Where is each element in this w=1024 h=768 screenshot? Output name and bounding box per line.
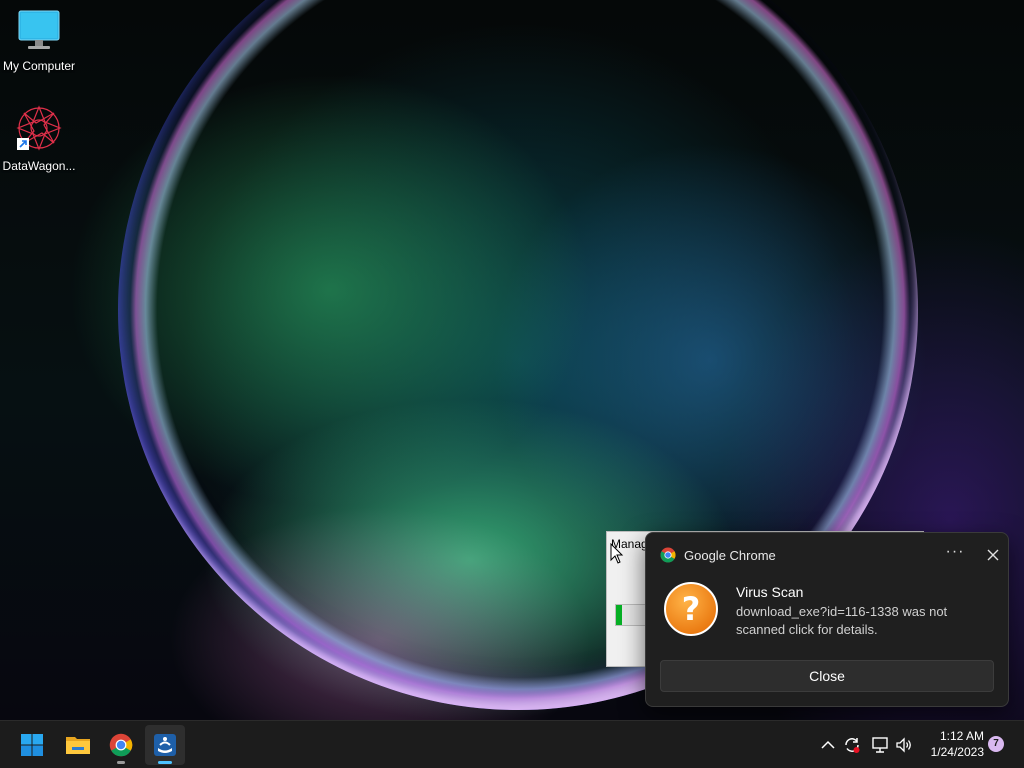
desktop-icon-datawagon[interactable]: DataWagon...: [0, 104, 78, 173]
desktop-screen: My Computer DataWagon... Manag Google Ch…: [0, 0, 1024, 768]
taskbar: 1:12 AM 1/24/2023 7: [0, 720, 1024, 768]
clock-date: 1/24/2023: [930, 745, 984, 759]
close-button[interactable]: Close: [660, 660, 994, 692]
toast-body[interactable]: download_exe?id=116-1338 was not scanned…: [736, 603, 996, 639]
monitor-icon: [18, 10, 60, 49]
chrome-icon: [660, 547, 676, 563]
chevron-up-icon[interactable]: [818, 735, 838, 755]
dismiss-button[interactable]: [982, 545, 1004, 565]
volume-icon[interactable]: [894, 735, 914, 755]
taskbar-chrome[interactable]: [101, 725, 141, 765]
app-icon: [154, 734, 176, 756]
sync-icon[interactable]: [842, 735, 862, 755]
toast-header: Google Chrome ···: [660, 544, 999, 565]
datawagon-app-icon: [16, 105, 62, 151]
windows-start-icon: [21, 734, 43, 756]
clock-time: 1:12 AM: [939, 729, 984, 743]
desktop-icon-label: DataWagon...: [2, 159, 76, 173]
running-indicator: [158, 761, 172, 764]
chrome-notification-toast[interactable]: Google Chrome ··· ? Virus Scan download_…: [645, 532, 1009, 707]
taskbar-clock[interactable]: 1:12 AM 1/24/2023: [918, 728, 984, 760]
notification-count-badge[interactable]: 7: [988, 736, 1004, 752]
more-options-button[interactable]: ···: [942, 544, 968, 565]
progress-fill: [616, 605, 622, 625]
question-mark-icon: ?: [664, 582, 718, 636]
running-indicator: [117, 761, 125, 764]
network-icon[interactable]: [870, 735, 890, 755]
close-icon: [987, 549, 999, 561]
taskbar-active-app[interactable]: [145, 725, 185, 765]
desktop-icon-my-computer[interactable]: My Computer: [0, 8, 78, 73]
desktop-icon-label: My Computer: [2, 59, 76, 73]
folder-icon: [66, 737, 90, 754]
chrome-icon: [109, 733, 133, 757]
toast-app-name: Google Chrome: [684, 547, 776, 563]
mouse-cursor-icon: [610, 543, 624, 564]
toast-title: Virus Scan: [736, 584, 804, 600]
start-button[interactable]: [12, 725, 52, 765]
taskbar-file-explorer[interactable]: [57, 725, 97, 765]
svg-text:?: ?: [682, 590, 701, 628]
